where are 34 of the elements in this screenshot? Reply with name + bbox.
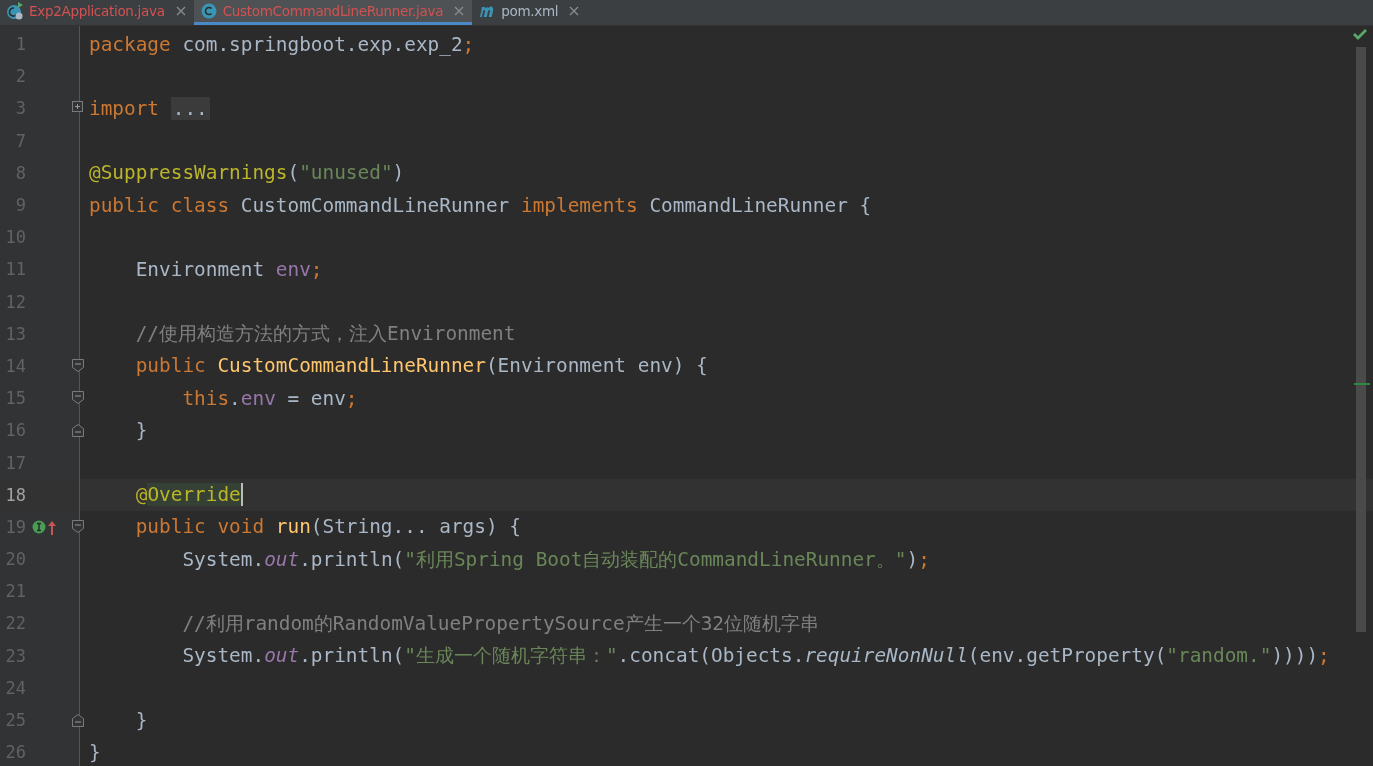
code-line: @SuppressWarnings("unused") (89, 161, 405, 185)
fold-icon[interactable] (71, 518, 85, 535)
fold-icon[interactable] (71, 422, 85, 439)
fold-icon[interactable] (71, 711, 85, 728)
code-line: public CustomCommandLineRunner(Environment env) { (134, 354, 708, 378)
code-line: @Override (134, 483, 243, 507)
folded-code[interactable]: ... (170, 96, 210, 120)
code-line: //利用random的RandomValuePropertySource产生一个32位随机字串 (181, 610, 819, 637)
close-icon[interactable] (175, 6, 186, 16)
code-line: } (89, 740, 101, 764)
tab-label: CustomCommandLineRunner.java (222, 3, 444, 19)
code-line: import (89, 96, 161, 120)
tab-label: pom.xml (501, 3, 559, 19)
tab-label: Exp2Application.java (29, 3, 165, 19)
close-icon[interactable] (454, 6, 465, 16)
code-line: } (134, 708, 148, 732)
code-line: } (134, 418, 148, 442)
change-marker (1354, 383, 1370, 385)
code-line: //使用构造方法的方式，注入Environment (134, 321, 516, 348)
code-line: package com.springboot.exp.exp_2; (89, 32, 475, 56)
code-line: public class CustomCommandLineRunner implements CommandLineRunner { (89, 193, 872, 217)
code-line: this.env = env; (181, 386, 358, 410)
code-line: System.out.println("利用Spring Boot自动装配的CommandLineRunner。"); (181, 546, 930, 573)
file-tab[interactable]: pom.xml (472, 0, 588, 25)
code-line: System.out.println("生成一个随机字符串：".concat(Objects.requireNonNull(env.getProperty("random.")))); (181, 643, 1330, 670)
close-icon[interactable] (569, 6, 580, 16)
line-number: 18 (4, 484, 26, 505)
code-line: Environment env; (134, 257, 323, 281)
fold-icon[interactable] (71, 357, 85, 374)
scrollbar-thumb[interactable] (1356, 47, 1366, 632)
implements-marker-icon[interactable] (32, 518, 46, 535)
code-line: public void run(String... args) { (134, 515, 521, 539)
fold-icon[interactable] (71, 390, 85, 407)
class-file-icon (199, 2, 218, 20)
